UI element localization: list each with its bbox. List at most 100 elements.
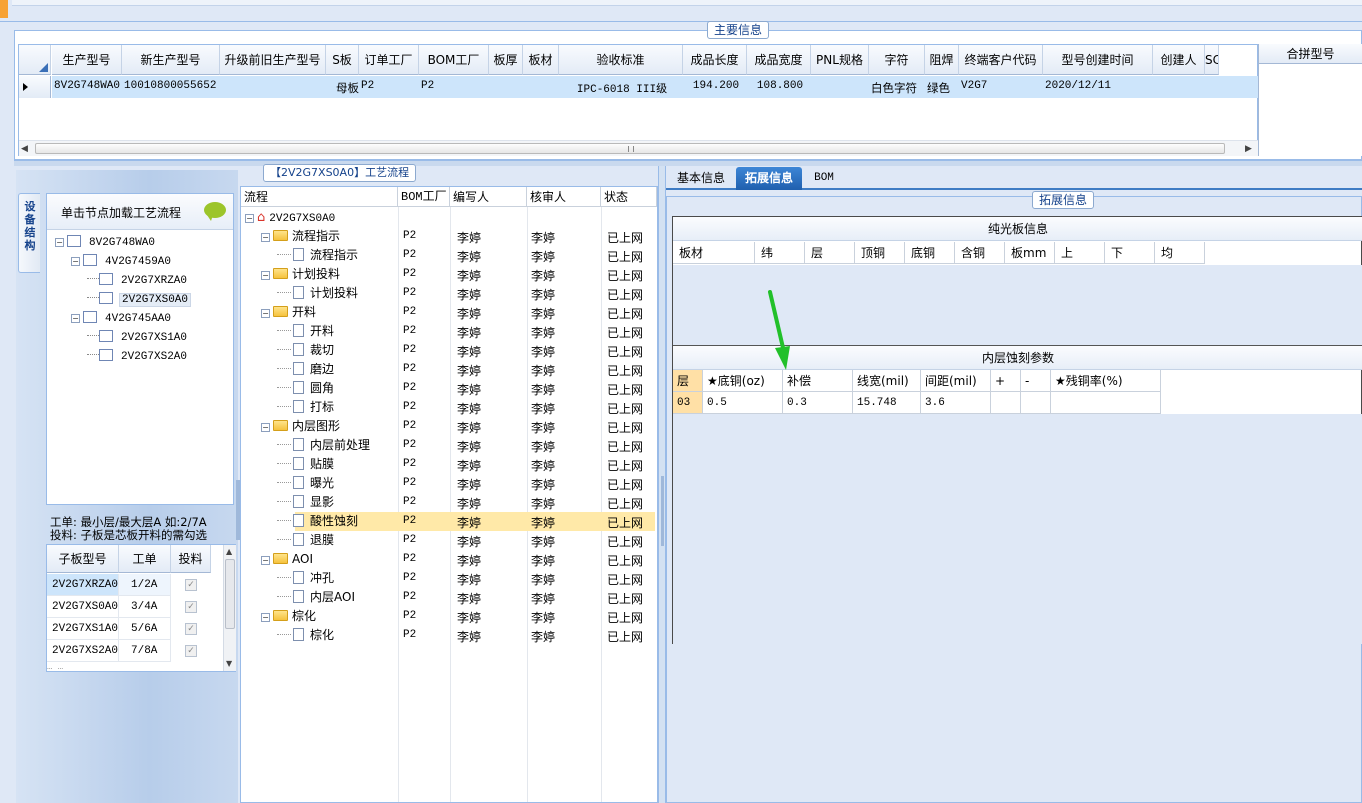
process-step[interactable]: 流程指示: [277, 246, 358, 265]
main-col-header[interactable]: 验收标准: [559, 45, 683, 75]
process-step-label[interactable]: 计划投料: [310, 286, 358, 300]
tab-basic-info[interactable]: 基本信息: [668, 167, 734, 190]
process-col-header[interactable]: 核审人: [527, 187, 601, 207]
process-step[interactable]: 计划投料: [277, 284, 358, 303]
sub-grid-model[interactable]: 2V2G7XS2A0: [47, 640, 119, 662]
process-step[interactable]: 贴膜: [277, 455, 334, 474]
bare-board-col-header[interactable]: 顶铜: [855, 242, 905, 264]
process-step[interactable]: 冲孔: [277, 569, 334, 588]
bare-board-col-header[interactable]: 板mm: [1005, 242, 1055, 264]
bare-board-col-header[interactable]: 下: [1105, 242, 1155, 264]
main-col-header[interactable]: 生产型号: [52, 45, 122, 75]
process-step[interactable]: − 流程指示: [261, 227, 340, 246]
process-step[interactable]: − 计划投料: [261, 265, 340, 284]
sub-grid-order[interactable]: 1/2A: [119, 574, 171, 596]
tree-collapse-icon[interactable]: −: [261, 233, 270, 242]
scroll-down-icon[interactable]: ▼: [226, 659, 232, 668]
bare-board-col-header[interactable]: 底铜: [905, 242, 955, 264]
sub-grid-header[interactable]: 投料: [171, 545, 211, 573]
process-col-header[interactable]: 流程: [241, 187, 398, 207]
tree-node-label[interactable]: 2V2G7XS1A0: [119, 332, 189, 344]
sub-grid-header[interactable]: 子板型号: [47, 545, 119, 573]
main-col-header[interactable]: 成品宽度: [747, 45, 811, 75]
process-step[interactable]: − 开料: [261, 303, 316, 322]
tree-collapse-icon[interactable]: −: [245, 214, 254, 223]
process-col-header[interactable]: 状态: [601, 187, 657, 207]
process-step-label[interactable]: 裁切: [310, 343, 334, 357]
process-step-label[interactable]: 计划投料: [292, 267, 340, 281]
process-step-label[interactable]: 流程指示: [310, 248, 358, 262]
inner-etch-col-header[interactable]: 线宽(mil): [853, 370, 921, 392]
main-row-cell[interactable]: 8V2G748WA0: [54, 80, 122, 92]
main-row-cell[interactable]: 绿色: [927, 80, 959, 96]
scroll-thumb-vertical[interactable]: [225, 559, 235, 629]
inner-etch-cell[interactable]: 15.748: [853, 392, 921, 414]
tree-node-label[interactable]: 8V2G748WA0: [87, 237, 157, 249]
structure-tree-node[interactable]: 2V2G7XRZA0: [87, 270, 189, 289]
inner-etch-cell[interactable]: 0.3: [783, 392, 853, 414]
sub-grid-order[interactable]: 7/8A: [119, 640, 171, 662]
tree-collapse-icon[interactable]: −: [261, 271, 270, 280]
vertical-splitter[interactable]: [658, 166, 666, 803]
process-step[interactable]: 棕化: [277, 626, 334, 645]
main-col-header[interactable]: 字符: [869, 45, 925, 75]
process-step[interactable]: 圆角: [277, 379, 334, 398]
process-grid[interactable]: 流程 BOM工厂 编写人 核审人 状态 − ⌂ 2V2G7XS0A0− 流程指示 P2 李婷 李婷 已上…: [241, 187, 657, 802]
main-row-cell[interactable]: 108.800: [749, 80, 811, 92]
scroll-thumb[interactable]: [35, 143, 1225, 154]
process-col-header[interactable]: BOM工厂: [398, 187, 450, 207]
main-row-cell[interactable]: IPC-6018 III级: [561, 80, 683, 96]
scroll-up-icon[interactable]: ▲: [226, 547, 232, 556]
inner-etch-col-header[interactable]: 间距(mil): [921, 370, 991, 392]
horizontal-scrollbar[interactable]: ◀ ▶: [19, 140, 1259, 156]
main-col-header[interactable]: 创建人: [1153, 45, 1205, 75]
tree-node-label[interactable]: 2V2G7XS0A0: [119, 293, 192, 307]
main-col-header[interactable]: 成品长度: [683, 45, 747, 75]
bare-board-col-header[interactable]: 含铜: [955, 242, 1005, 264]
inner-etch-col-header[interactable]: 层: [673, 370, 703, 392]
process-root-node[interactable]: − ⌂ 2V2G7XS0A0: [245, 208, 335, 227]
bare-board-col-header[interactable]: 层: [805, 242, 855, 264]
inner-etch-grid[interactable]: 层 03 ★底铜(oz) 0.5 补偿 0.3 线宽(mil) 15.748 间距(mil) 3.…: [673, 370, 1362, 414]
inner-etch-cell[interactable]: 0.5: [703, 392, 783, 414]
process-step-label[interactable]: 曝光: [310, 476, 334, 490]
process-step[interactable]: 退膜: [277, 531, 334, 550]
main-row-cell[interactable]: P2: [361, 80, 419, 92]
main-col-header[interactable]: 新生产型号: [122, 45, 220, 75]
bare-board-col-header[interactable]: 纬: [755, 242, 805, 264]
process-step-label[interactable]: 圆角: [310, 381, 334, 395]
tree-collapse-icon[interactable]: −: [261, 423, 270, 432]
inner-etch-cell[interactable]: 3.6: [921, 392, 991, 414]
tree-collapse-icon[interactable]: −: [71, 314, 80, 323]
feed-checkbox[interactable]: ✓: [185, 579, 197, 591]
inner-etch-cell[interactable]: 03: [673, 392, 703, 414]
main-row-cell[interactable]: 10010800055652: [124, 80, 220, 92]
sub-grid-model[interactable]: 2V2G7XS0A0: [47, 596, 119, 618]
process-col-header[interactable]: 编写人: [450, 187, 527, 207]
process-step-label[interactable]: 酸性蚀刻: [310, 514, 359, 528]
process-step[interactable]: − AOI: [261, 550, 313, 569]
process-step[interactable]: 内层前处理: [277, 436, 370, 455]
structure-tree-node[interactable]: 2V2G7XS2A0: [87, 346, 189, 365]
tab-extended-info[interactable]: 拓展信息: [736, 167, 802, 190]
tree-node-label[interactable]: 4V2G7459A0: [103, 256, 173, 268]
process-step[interactable]: 打标: [277, 398, 334, 417]
main-col-header[interactable]: S板: [326, 45, 359, 75]
feed-checkbox[interactable]: ✓: [185, 623, 197, 635]
process-step-label[interactable]: 内层AOI: [310, 590, 355, 604]
main-col-header[interactable]: 订单工厂: [359, 45, 419, 75]
inner-etch-cell[interactable]: [991, 392, 1021, 414]
main-row-cell[interactable]: P2: [421, 80, 489, 92]
main-row-cell[interactable]: 母板: [328, 80, 359, 96]
bare-board-col-header[interactable]: 上: [1055, 242, 1105, 264]
main-row-cell[interactable]: 白色字符: [871, 80, 925, 96]
process-step[interactable]: 曝光: [277, 474, 334, 493]
process-step-label[interactable]: 棕化: [292, 609, 316, 623]
inner-etch-col-header[interactable]: ★残铜率(%): [1051, 370, 1161, 392]
main-col-header[interactable]: PNL规格: [811, 45, 869, 75]
process-step[interactable]: − 棕化: [261, 607, 316, 626]
main-col-header[interactable]: 型号创建时间: [1043, 45, 1153, 75]
tree-collapse-icon[interactable]: −: [261, 309, 270, 318]
structure-tree-node[interactable]: − 8V2G748WA0: [55, 232, 157, 251]
tree-collapse-icon[interactable]: −: [55, 238, 64, 247]
